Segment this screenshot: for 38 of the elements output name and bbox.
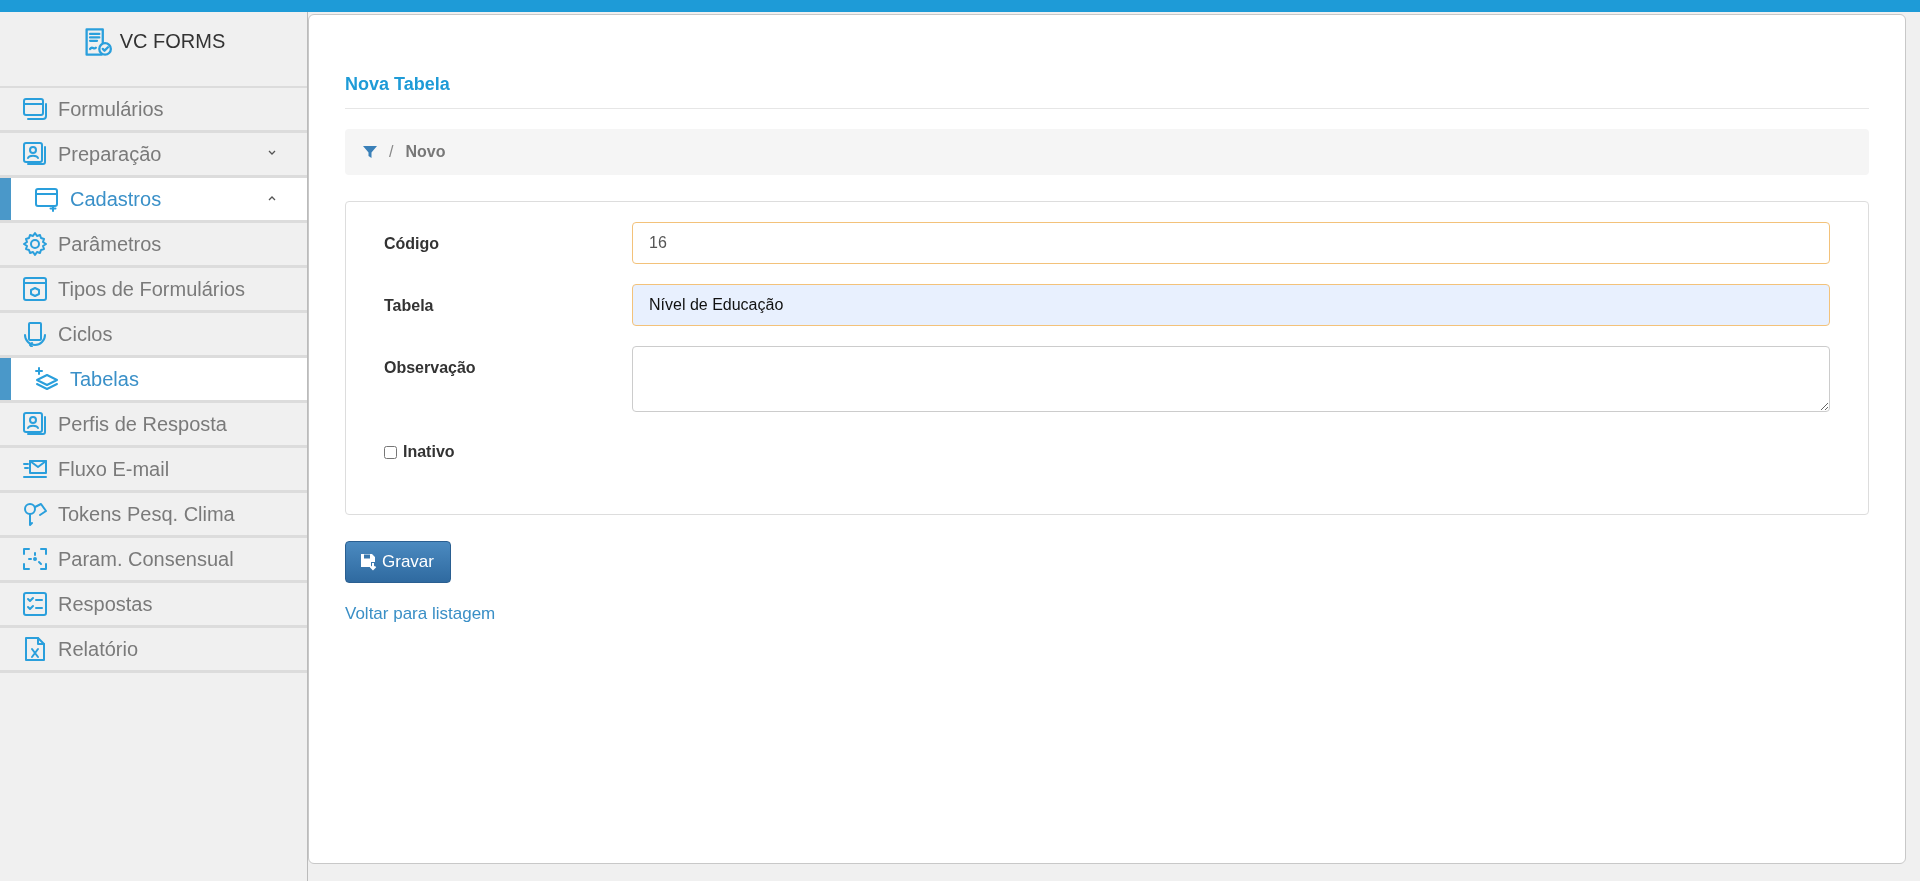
field-label: Tabela <box>384 296 435 316</box>
focus-frame-icon <box>22 546 48 572</box>
layers-add-icon <box>34 366 60 392</box>
box-window-icon <box>22 276 48 302</box>
window-add-icon <box>34 186 60 212</box>
sidebar-item[interactable]: Tokens Pesq. Clima <box>0 493 307 538</box>
sidebar-item[interactable]: Relatório <box>0 628 307 673</box>
sidebar-item[interactable]: Cadastros <box>0 178 307 223</box>
spreadsheet-file-icon <box>22 636 48 662</box>
checklist-icon <box>22 591 48 617</box>
checkbox-label[interactable]: Inativo <box>403 440 455 464</box>
sidebar-item[interactable]: Fluxo E-mail <box>0 448 307 493</box>
field-label: Código <box>384 234 441 254</box>
breadcrumb-separator: / <box>389 142 394 162</box>
save-button[interactable]: Gravar <box>345 541 451 583</box>
sidebar-item[interactable]: Tipos de Formulários <box>0 268 307 313</box>
filter-icon[interactable] <box>363 145 377 159</box>
sidebar-item[interactable]: Formulários <box>0 88 307 133</box>
breadcrumb-item: Novo <box>405 142 446 162</box>
gear-icon <box>22 231 48 257</box>
input-field[interactable]: Nível de Educação <box>632 284 1830 326</box>
page-title: Nova Tabela <box>345 71 1869 109</box>
sidebar-item[interactable]: Perfis de Resposta <box>0 403 307 448</box>
app-title: VC FORMS <box>119 29 226 54</box>
key-tag-icon <box>22 501 48 527</box>
field-label: Observação <box>384 358 477 378</box>
sidebar-item[interactable]: Tabelas <box>0 358 307 403</box>
phone-rotate-icon <box>22 321 48 347</box>
checkbox[interactable] <box>384 445 397 459</box>
sidebar-item[interactable]: Respostas <box>0 583 307 628</box>
back-link[interactable]: Voltar para listagem <box>345 601 496 627</box>
profile-card-icon <box>22 411 48 437</box>
sidebar-item[interactable]: Param. Consensual <box>0 538 307 583</box>
window-icon <box>22 96 48 122</box>
profile-card-icon <box>22 141 48 167</box>
sidebar-item[interactable]: Parâmetros <box>0 223 307 268</box>
save-icon <box>360 553 378 571</box>
textarea-field[interactable] <box>632 346 1830 412</box>
